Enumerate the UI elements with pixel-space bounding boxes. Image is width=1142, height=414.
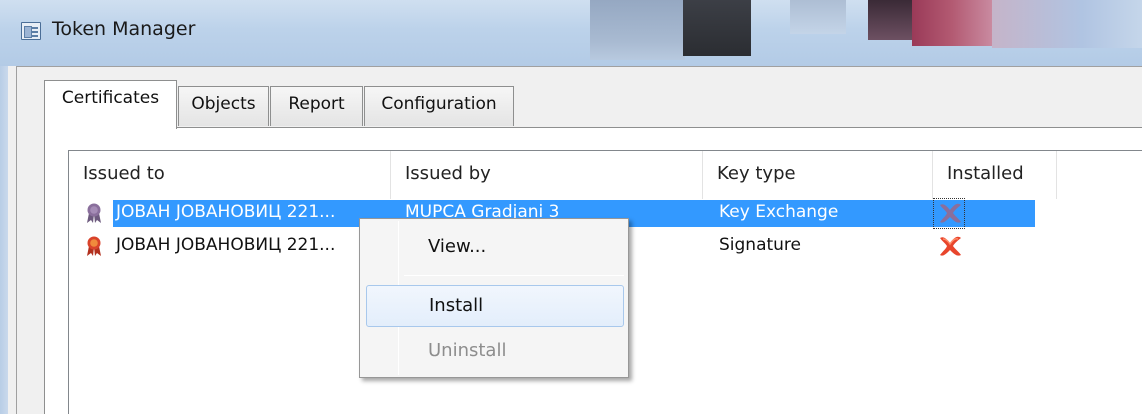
not-installed-icon <box>940 236 961 256</box>
window-title-bar[interactable]: Token Manager <box>0 0 1142 66</box>
window-frame <box>0 66 8 414</box>
background-blur <box>590 0 685 60</box>
column-header-key-type[interactable]: Key type <box>703 151 933 199</box>
tab-report[interactable]: Report <box>270 86 363 126</box>
tab-certificates[interactable]: Certificates <box>44 80 177 129</box>
background-blur <box>868 0 912 40</box>
cell-issued-to: ЈОВАН ЈОВАНОВИЦ 221... <box>116 235 336 255</box>
menu-item-install[interactable]: Install <box>366 285 624 327</box>
not-installed-icon <box>940 203 961 223</box>
background-blur <box>912 0 992 46</box>
menu-item-view[interactable]: View... <box>364 229 624 267</box>
menu-item-uninstall[interactable]: Uninstall <box>364 333 624 371</box>
cell-issued-to: ЈОВАН ЈОВАНОВИЦ 221... <box>116 202 336 222</box>
column-header-issued-by[interactable]: Issued by <box>391 151 703 199</box>
background-blur <box>683 0 751 56</box>
cell-key-type: Signature <box>719 235 802 255</box>
column-header-installed[interactable]: Installed <box>933 151 1057 199</box>
column-header-filler <box>1057 151 1142 199</box>
column-header-issued-to[interactable]: Issued to <box>69 151 391 199</box>
certificate-ribbon-icon <box>87 236 101 256</box>
menu-separator <box>404 275 624 276</box>
certificate-ribbon-icon <box>87 203 101 223</box>
app-icon[interactable] <box>21 22 41 40</box>
tab-configuration[interactable]: Configuration <box>364 86 514 126</box>
cell-key-type: Key Exchange <box>719 202 839 222</box>
background-blur <box>790 0 846 34</box>
background-blur <box>992 0 1142 48</box>
tab-objects[interactable]: Objects <box>178 86 269 126</box>
window-title: Token Manager <box>52 18 196 40</box>
context-menu: View... Install Uninstall <box>359 218 629 378</box>
